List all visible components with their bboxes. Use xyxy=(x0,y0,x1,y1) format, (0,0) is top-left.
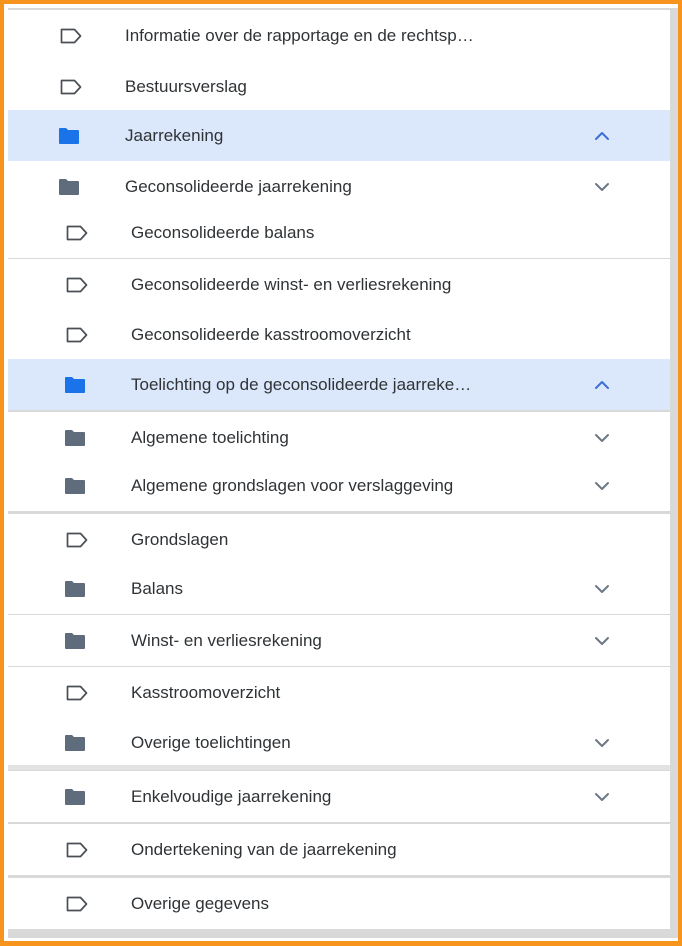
tree-item-geconsolideerde-balans[interactable]: Geconsolideerde balans xyxy=(8,207,670,258)
tree-item-geconsolideerde-jaarrekening[interactable]: Geconsolideerde jaarrekening xyxy=(8,161,670,212)
tag-icon xyxy=(66,667,90,718)
tree-item-toelichting-op-de-geconsolideerde-jaarreke[interactable]: Toelichting op de geconsolideerde jaarre… xyxy=(8,359,670,410)
tree-item-label: Kasstroomoverzicht xyxy=(131,682,281,702)
tag-icon xyxy=(66,259,90,310)
tree-item-label: Toelichting op de geconsolideerde jaarre… xyxy=(131,374,472,394)
tree-item-label: Geconsolideerde winst- en verliesrekenin… xyxy=(131,274,452,294)
tag-icon xyxy=(66,824,90,875)
tree-item-informatie-over-de-rapportage-en-de-rechtsp[interactable]: Informatie over de rapportage en de rech… xyxy=(8,10,670,61)
tree-item-label: Informatie over de rapportage en de rech… xyxy=(125,25,474,45)
tree-item-ondertekening-van-de-jaarrekening[interactable]: Ondertekening van de jaarrekening xyxy=(8,824,670,875)
tree-item-algemene-toelichting[interactable]: Algemene toelichting xyxy=(8,412,670,463)
tree-item-label: Algemene toelichting xyxy=(131,427,289,447)
tree-item-grondslagen[interactable]: Grondslagen xyxy=(8,514,670,565)
tag-icon xyxy=(66,514,90,565)
tree-item-label: Winst- en verliesrekening xyxy=(131,630,322,650)
folder-icon xyxy=(64,412,88,463)
tree-item-label: Balans xyxy=(131,578,183,598)
folder-icon xyxy=(64,359,88,410)
tag-icon xyxy=(66,878,90,929)
folder-icon xyxy=(58,161,82,212)
tree-item-winst-en-verliesrekening[interactable]: Winst- en verliesrekening xyxy=(8,615,670,666)
tag-icon xyxy=(66,207,90,258)
folder-icon xyxy=(64,563,88,614)
tree-item-jaarrekening[interactable]: Jaarrekening xyxy=(8,110,670,161)
tree-item-bestuursverslag[interactable]: Bestuursverslag xyxy=(8,61,670,112)
tree-panel: Informatie over de rapportage en de rech… xyxy=(8,8,678,938)
tree-item-label: Bestuursverslag xyxy=(125,76,247,96)
section-divider xyxy=(8,765,670,770)
folder-icon xyxy=(64,717,88,768)
folder-icon xyxy=(64,460,88,511)
tag-icon xyxy=(60,10,84,61)
tree-item-label: Geconsolideerde balans xyxy=(131,222,315,242)
tree-item-balans[interactable]: Balans xyxy=(8,563,670,614)
tree-item-label: Geconsolideerde kasstroomoverzicht xyxy=(131,324,411,344)
tree-item-label: Grondslagen xyxy=(131,529,229,549)
tree-item-geconsolideerde-winst-en-verliesrekening[interactable]: Geconsolideerde winst- en verliesrekenin… xyxy=(8,259,670,310)
tree-item-label: Jaarrekening xyxy=(125,125,224,145)
tree-item-enkelvoudige-jaarrekening[interactable]: Enkelvoudige jaarrekening xyxy=(8,771,670,822)
folder-icon xyxy=(64,771,88,822)
tree-item-label: Overige gegevens xyxy=(131,893,269,913)
tree-item-label: Overige toelichtingen xyxy=(131,732,291,752)
tree-item-label: Enkelvoudige jaarrekening xyxy=(131,786,332,806)
tree-item-label: Ondertekening van de jaarrekening xyxy=(131,839,397,859)
tree-item-kasstroomoverzicht[interactable]: Kasstroomoverzicht xyxy=(8,667,670,718)
tree-item-label: Geconsolideerde jaarrekening xyxy=(125,176,352,196)
tree-item-overige-gegevens[interactable]: Overige gegevens xyxy=(8,878,670,929)
tree-item-overige-toelichtingen[interactable]: Overige toelichtingen xyxy=(8,717,670,768)
folder-icon xyxy=(58,110,82,161)
tag-icon xyxy=(66,309,90,360)
tree-item-geconsolideerde-kasstroomoverzicht[interactable]: Geconsolideerde kasstroomoverzicht xyxy=(8,309,670,360)
item-divider xyxy=(58,876,670,877)
folder-icon xyxy=(64,615,88,666)
tree-item-algemene-grondslagen-voor-verslaggeving[interactable]: Algemene grondslagen voor verslaggeving xyxy=(8,460,670,511)
tag-icon xyxy=(60,61,84,112)
tree-item-label: Algemene grondslagen voor verslaggeving xyxy=(131,475,454,495)
